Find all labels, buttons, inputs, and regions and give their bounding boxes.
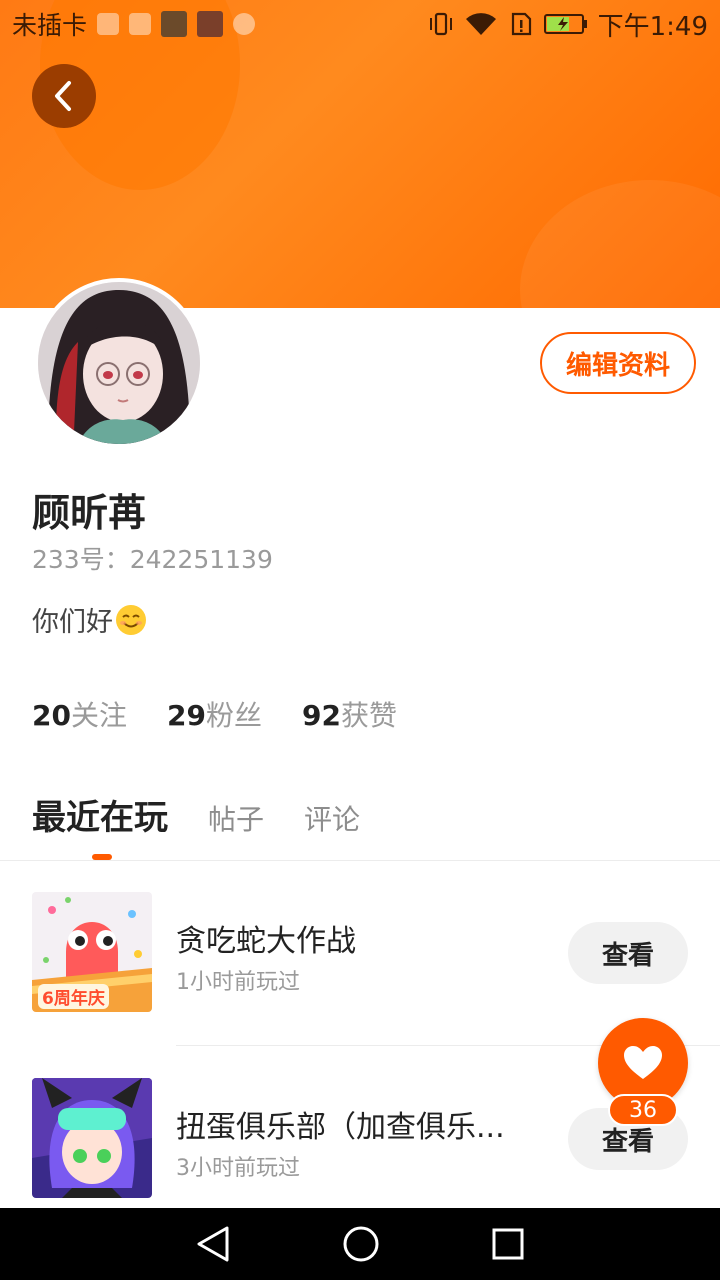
vibrate-icon	[429, 12, 452, 36]
game-title: 扭蛋俱乐部（加查俱乐...	[176, 1110, 505, 1145]
tab-recently-played[interactable]: 最近在玩	[32, 790, 168, 839]
home-circle-icon[interactable]	[342, 1225, 380, 1263]
sim-alert-icon	[511, 12, 531, 36]
game-last-played: 1小时前玩过	[176, 970, 300, 995]
status-bar: 未插卡 下午1:49	[0, 0, 720, 48]
user-id: 233号：242251139	[32, 545, 273, 574]
smiling-face-emoji-icon	[116, 604, 146, 635]
back-triangle-icon[interactable]	[195, 1225, 231, 1263]
edit-profile-button[interactable]: 编辑资料	[540, 332, 696, 394]
like-count-badge: 36	[608, 1094, 678, 1126]
avatar[interactable]	[34, 278, 204, 448]
stat-label: 获赞	[340, 699, 397, 732]
tab-posts[interactable]: 帖子	[208, 798, 264, 838]
tab-comments[interactable]: 评论	[304, 798, 360, 838]
notification-icon	[97, 13, 120, 35]
bio: 你们好	[32, 600, 147, 639]
profile-tabs: 最近在玩 帖子 评论	[32, 790, 360, 839]
stat-likes[interactable]: 92 获赞	[302, 694, 397, 734]
game-icon-gacha-club	[32, 1078, 152, 1198]
chevron-left-icon	[55, 81, 71, 111]
game-last-played: 3小时前玩过	[176, 1156, 300, 1181]
back-button[interactable]	[32, 64, 96, 128]
username: 顾昕苒	[32, 491, 147, 535]
stat-following[interactable]: 20 关注	[32, 694, 127, 734]
heart-icon	[624, 1046, 662, 1079]
carrier-label: 未插卡	[12, 11, 88, 40]
gallery-icon	[129, 13, 152, 35]
game-icon-badge-label: 6周年庆	[38, 984, 109, 1009]
game-title: 贪吃蛇大作战	[176, 924, 356, 959]
battery-icon	[543, 14, 587, 34]
profile-stats: 20 关注 29 粉丝 92 获赞	[32, 694, 397, 734]
app-notification-icon	[161, 11, 188, 37]
stat-number: 20	[32, 699, 71, 732]
stat-label: 关注	[70, 699, 127, 732]
stat-number: 29	[166, 699, 206, 732]
notification-icon	[233, 13, 256, 35]
divider	[0, 860, 720, 861]
clock: 下午1:49	[597, 11, 708, 42]
list-item[interactable]: 6周年庆 贪吃蛇大作战 1小时前玩过 查看	[0, 878, 720, 1028]
stat-number: 92	[301, 699, 341, 732]
view-button[interactable]: 查看	[568, 922, 688, 984]
game-icon-snake: 6周年庆	[32, 892, 152, 1012]
stat-followers[interactable]: 29 粉丝	[167, 694, 262, 734]
wifi-icon	[465, 13, 496, 35]
bio-text: 你们好	[32, 607, 113, 638]
system-nav-bar	[0, 1208, 720, 1280]
app-notification-icon	[197, 11, 224, 37]
stat-label: 粉丝	[205, 699, 262, 732]
recents-square-icon[interactable]	[491, 1227, 525, 1261]
